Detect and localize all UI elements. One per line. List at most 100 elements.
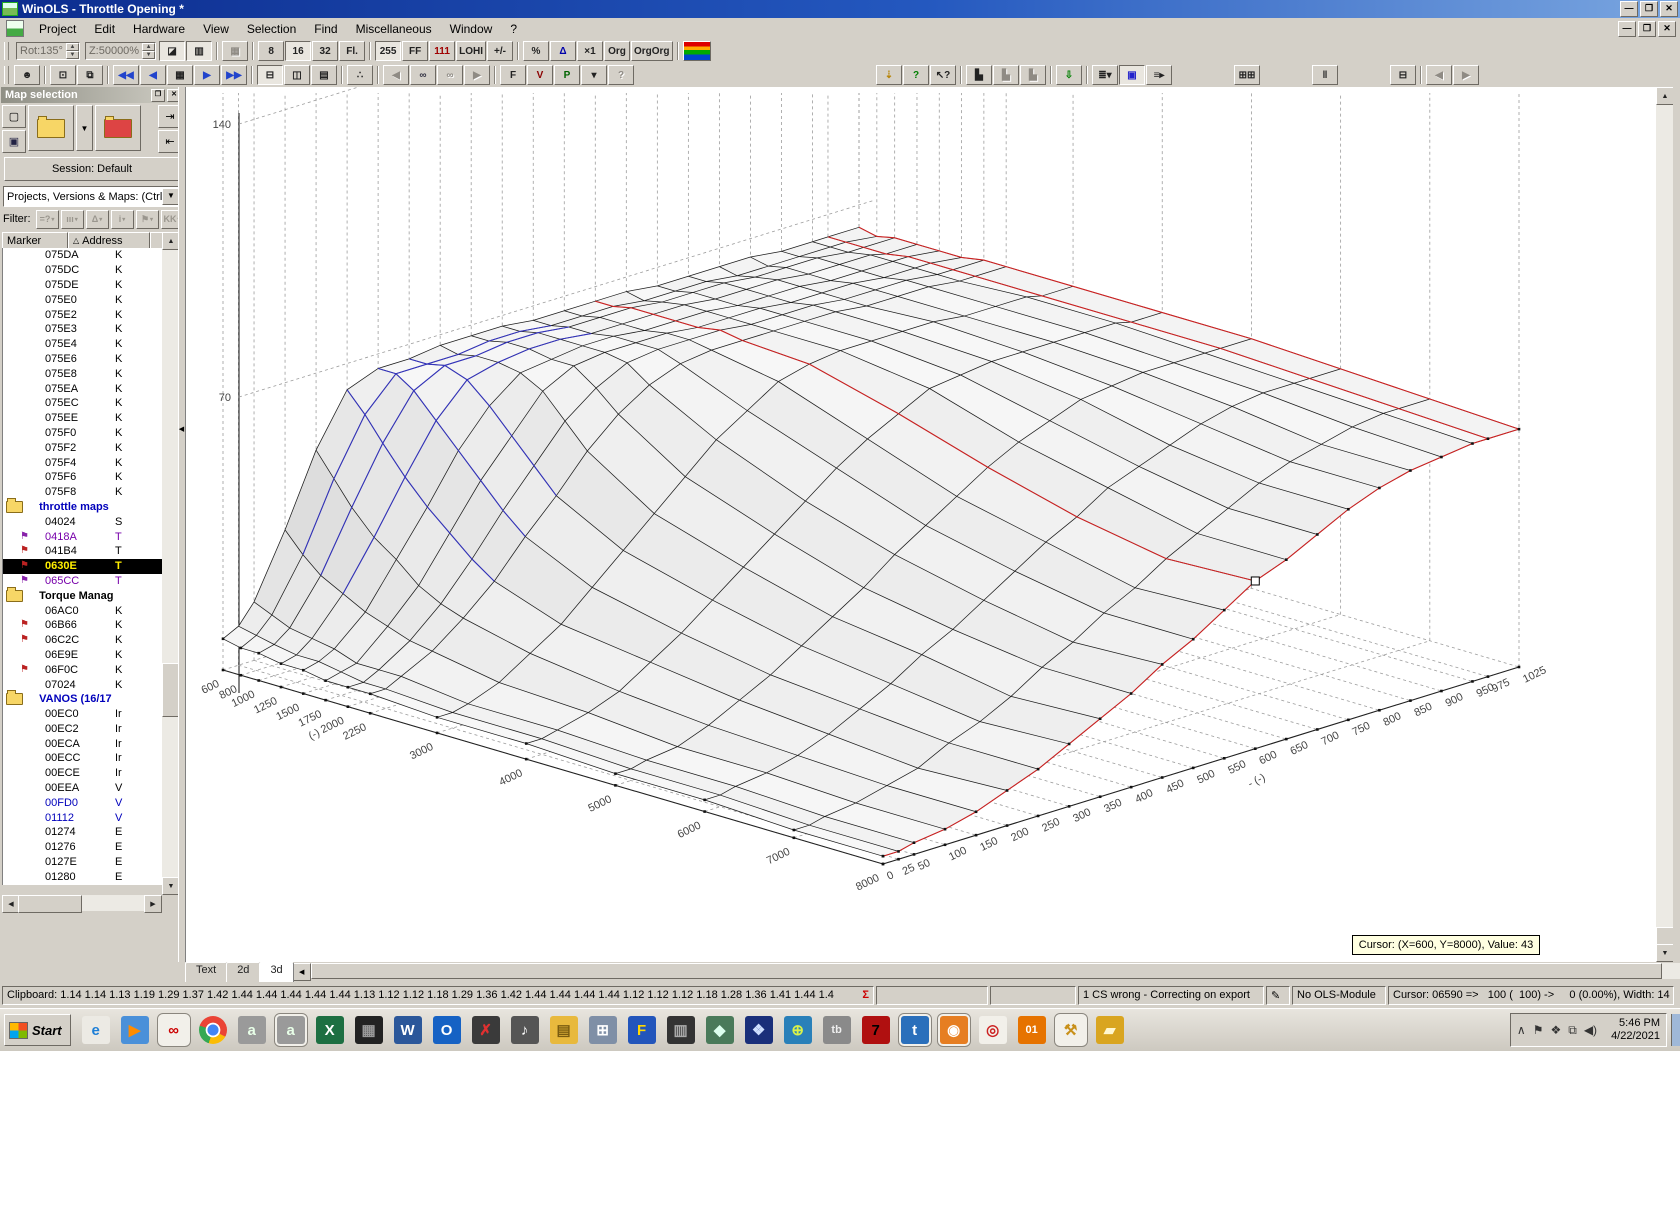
scope-combobox[interactable]: Projects, Versions & Maps: (Ctrl ▼ — [3, 186, 181, 207]
chip-2-icon[interactable]: ▥ — [667, 1016, 695, 1044]
map-list-row[interactable]: 075E4K — [3, 337, 163, 352]
help-button[interactable]: ? — [903, 65, 929, 85]
width-8-button[interactable]: 8 — [258, 41, 284, 61]
map-list-row[interactable]: 075E6K — [3, 352, 163, 367]
map-list-row[interactable]: 075F0K — [3, 426, 163, 441]
save-button[interactable]: ▣ — [2, 130, 26, 153]
list-mode-button[interactable]: ≣▾ — [1092, 65, 1118, 85]
menu-window[interactable]: Window — [441, 20, 502, 38]
map-list-row[interactable]: 01112V — [3, 810, 163, 825]
map-folder-row[interactable]: VANOS (16/17 — [3, 692, 163, 707]
new-window-button[interactable]: ⊡ — [50, 65, 76, 85]
map-list-row[interactable]: 075E0K — [3, 292, 163, 307]
percent-button[interactable]: % — [523, 41, 549, 61]
search-back-button[interactable]: ◀ — [383, 65, 409, 85]
map-folder-row[interactable]: Torque Manag — [3, 588, 163, 603]
map-list-row[interactable]: 00ECAIr — [3, 736, 163, 751]
first-map-button[interactable]: ◀◀ — [113, 65, 139, 85]
map-list-row[interactable]: 075ECK — [3, 396, 163, 411]
search-gray-button[interactable]: ∞ — [437, 65, 463, 85]
map-list-row[interactable]: 07024K — [3, 677, 163, 692]
calculator-icon[interactable]: ⊞ — [589, 1016, 617, 1044]
width-32-button[interactable]: 32 — [312, 41, 338, 61]
panel-restore-button[interactable]: ❐ — [151, 89, 165, 102]
window-pair-button[interactable]: ⧉ — [77, 65, 103, 85]
map-list-row[interactable]: 01276E — [3, 840, 163, 855]
chrome-icon[interactable] — [199, 1016, 227, 1044]
map-list-row[interactable]: 00EC2Ir — [3, 722, 163, 737]
column-header-marker[interactable]: Marker — [2, 232, 68, 249]
word-icon[interactable]: W — [394, 1016, 422, 1044]
lohi-button[interactable]: LOHI — [456, 41, 486, 61]
list-horizontal-scrollbar[interactable]: ◀ ▶ — [2, 895, 162, 911]
scroll-left-icon[interactable]: ◀ — [293, 963, 311, 981]
open-dropdown-button[interactable]: ▼ — [76, 105, 93, 151]
map-list-row[interactable]: 00EEAV — [3, 781, 163, 796]
menu-edit[interactable]: Edit — [85, 20, 124, 38]
menu-miscellaneous[interactable]: Miscellaneous — [347, 20, 441, 38]
menu-view[interactable]: View — [194, 20, 238, 38]
target-icon[interactable]: ◎ — [979, 1016, 1007, 1044]
filter-delta-button[interactable]: Δ▾ — [86, 210, 109, 229]
column-header-address[interactable]: △ Address — [68, 232, 150, 249]
tray-users-icon[interactable]: ❖ — [1550, 1023, 1561, 1038]
delta-button[interactable]: Δ — [550, 41, 576, 61]
import-values-button[interactable]: ⇣ — [876, 65, 902, 85]
split-button[interactable]: ⊟ — [1390, 65, 1416, 85]
map-list-row[interactable]: 075E8K — [3, 366, 163, 381]
bar-mode-button[interactable]: ≡▸ — [1146, 65, 1172, 85]
decimal-255-button[interactable]: 255 — [375, 41, 401, 61]
map-list-row[interactable]: ⚑06B66K — [3, 618, 163, 633]
thunderbird-gray-icon[interactable]: tb — [823, 1016, 851, 1044]
map-list-row[interactable]: 075DEK — [3, 278, 163, 293]
colors-button[interactable] — [683, 41, 711, 61]
preview-button[interactable]: ◫ — [284, 65, 310, 85]
map-list-row[interactable]: 01280E — [3, 869, 163, 884]
sign-button[interactable]: +/- — [487, 41, 513, 61]
tray-flag-icon[interactable]: ⚑ — [1533, 1023, 1544, 1038]
map-list-row[interactable]: ⚑06C2CK — [3, 633, 163, 648]
tray-volume-icon[interactable]: ◀) — [1584, 1023, 1597, 1038]
mdi-close-icon[interactable]: ✕ — [1658, 21, 1676, 37]
map-list-row[interactable]: 04024S — [3, 514, 163, 529]
chart-wizard-2-button[interactable]: ▙ — [993, 65, 1019, 85]
map-list-row[interactable]: ⚑0630ET — [3, 559, 163, 574]
tab-3d[interactable]: 3d — [259, 962, 293, 982]
map-list-row[interactable]: 075F4K — [3, 455, 163, 470]
map-list-row[interactable]: 00ECCIr — [3, 751, 163, 766]
map-list-row[interactable]: 075DAK — [3, 248, 163, 263]
notes-app-icon[interactable]: ♪ — [511, 1016, 539, 1044]
scroll-up-icon[interactable]: ▲ — [1656, 87, 1674, 105]
export-button[interactable]: ⇩ — [1056, 65, 1082, 85]
chart-horizontal-scrollbar[interactable]: ◀ — [293, 963, 1680, 979]
scrollbar-thumb[interactable] — [18, 895, 82, 913]
globe-lightning-icon[interactable]: ⊕ — [784, 1016, 812, 1044]
pause-button[interactable]: ‖ — [1312, 65, 1338, 85]
follow-button[interactable]: ∴ — [347, 65, 373, 85]
chart-wizard-3-button[interactable]: ▙ — [1020, 65, 1046, 85]
map-list-row[interactable]: 075F2K — [3, 440, 163, 455]
scroll-down-icon[interactable]: ▼ — [1656, 944, 1674, 962]
p-button[interactable]: P — [554, 65, 580, 85]
seven-app-icon[interactable]: 7 — [862, 1016, 890, 1044]
p-menu-button[interactable]: ▾ — [581, 65, 607, 85]
x1-button[interactable]: ×1 — [577, 41, 603, 61]
filter-info-button[interactable]: i▾ — [111, 210, 134, 229]
folders-icon[interactable]: ▤ — [550, 1016, 578, 1044]
winols-icon[interactable]: ∞ — [160, 1016, 188, 1044]
hex-cube-icon[interactable]: 01 — [1018, 1016, 1046, 1044]
map-folder-row[interactable]: throttle maps — [3, 500, 163, 515]
org-button[interactable]: Org — [604, 41, 630, 61]
blue-square-button[interactable]: ▣ — [1119, 65, 1145, 85]
media-player-icon[interactable]: ▶ — [121, 1016, 149, 1044]
rotation-field[interactable]: Rot:135°▲▼ — [16, 42, 80, 60]
map-list-row[interactable]: 075E3K — [3, 322, 163, 337]
grid-button[interactable]: ▦ — [222, 41, 248, 61]
filter-flag-button[interactable]: ⚑▾ — [136, 210, 159, 229]
open-project-button[interactable] — [28, 105, 74, 151]
map-list-row[interactable]: 075DCK — [3, 263, 163, 278]
filter-equal-button[interactable]: =?▾ — [36, 210, 59, 229]
map-list-button[interactable]: ▦ — [167, 65, 193, 85]
nav-left-button[interactable]: ◀ — [1426, 65, 1452, 85]
map-3d-view[interactable]: 7014060080010001250150017502000225030004… — [185, 87, 1656, 962]
